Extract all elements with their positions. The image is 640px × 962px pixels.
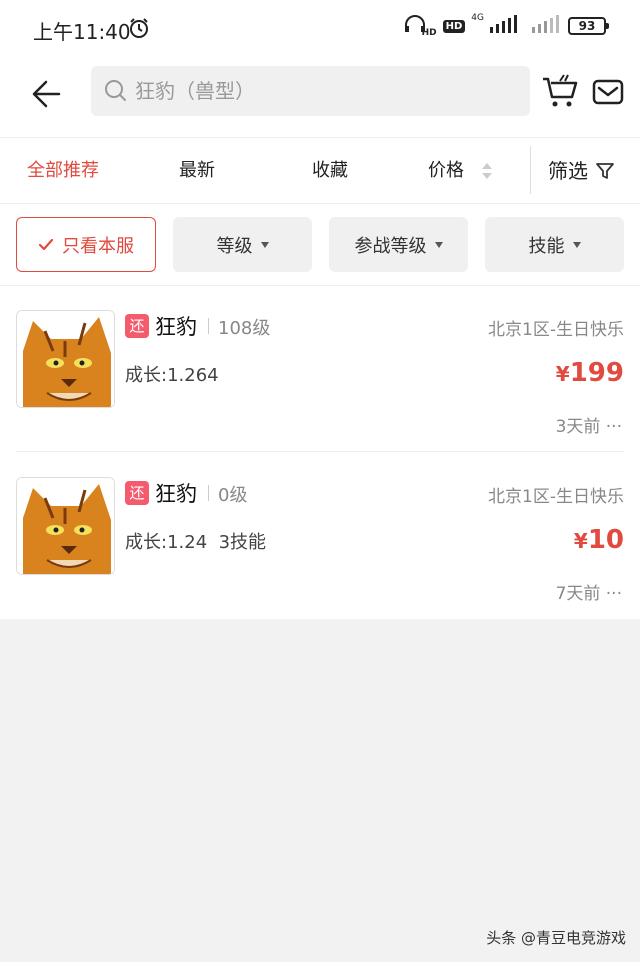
status-bar: 上午11:40 HD HD 4G 93	[0, 0, 640, 56]
filter-chip-row: 只看本服 等级 参战等级 技能	[0, 204, 640, 286]
watermark: 头条 @青豆电竞游戏	[486, 929, 626, 947]
back-arrow-icon	[32, 80, 61, 108]
price-symbol: ¥	[573, 529, 588, 553]
chip-label: 等级	[216, 235, 253, 257]
price-symbol: ¥	[555, 362, 570, 386]
network-label: 4G	[471, 13, 484, 23]
caret-down-icon	[434, 241, 443, 248]
caret-down-icon	[572, 241, 581, 248]
funnel-icon	[596, 163, 614, 179]
return-badge: 还	[125, 314, 149, 338]
alarm-icon	[128, 17, 150, 43]
search-icon	[104, 79, 128, 107]
sort-divider	[530, 146, 531, 194]
price-value: 199	[569, 358, 624, 388]
list-item[interactable]: 还 狂豹 108级 北京1区-生日快乐 成长:1.264 ¥199 3天前 ··…	[0, 286, 640, 452]
tab-all-recommend[interactable]: 全部推荐	[27, 138, 99, 204]
server-name: 北京1区-生日快乐	[488, 487, 624, 507]
growth-value: 成长:1.24 3技能	[125, 532, 267, 553]
listed-time: 7天前 ···	[555, 584, 622, 604]
list-item[interactable]: 还 狂豹 0级 北京1区-生日快乐 成长:1.24 3技能 ¥10 7天前 ··…	[0, 453, 640, 619]
tab-newest[interactable]: 最新	[179, 138, 215, 204]
leopard-avatar-icon	[17, 478, 114, 574]
name-divider	[208, 318, 209, 334]
search-input[interactable]	[135, 66, 515, 116]
filter-button[interactable]: 筛选	[548, 138, 614, 204]
battery-indicator: 93	[568, 17, 609, 35]
listed-time: 3天前 ···	[555, 417, 622, 437]
tab-price[interactable]: 价格	[428, 138, 464, 204]
server-name: 北京1区-生日快乐	[488, 320, 624, 340]
sort-bar: 全部推荐 最新 收藏 价格 筛选	[0, 138, 640, 204]
search-box[interactable]	[91, 66, 530, 116]
caret-down-icon	[260, 241, 269, 248]
message-button[interactable]	[590, 74, 626, 110]
pet-level: 108级	[218, 318, 271, 339]
row-divider	[16, 451, 624, 452]
chip-this-server-only[interactable]: 只看本服	[16, 217, 156, 272]
price-value: 10	[587, 525, 624, 555]
hd-label: HD	[421, 28, 437, 38]
cart-icon	[543, 74, 578, 107]
status-icons: HD HD 4G 93	[404, 13, 609, 38]
listing-list: 还 狂豹 108级 北京1区-生日快乐 成长:1.264 ¥199 3天前 ··…	[0, 286, 640, 619]
leopard-avatar-icon	[17, 311, 114, 407]
chip-label: 只看本服	[62, 235, 134, 257]
signal-icon	[486, 15, 526, 37]
status-time: 上午11:40	[33, 20, 131, 44]
chip-label: 参战等级	[354, 235, 427, 257]
chip-skills[interactable]: 技能	[485, 217, 624, 272]
back-button[interactable]	[26, 74, 66, 114]
chip-level[interactable]: 等级	[173, 217, 312, 272]
chip-label: 技能	[528, 235, 565, 257]
tab-favorites[interactable]: 收藏	[312, 138, 348, 204]
pet-name: 狂豹	[155, 482, 197, 506]
price: ¥199	[556, 358, 624, 388]
cart-button[interactable]	[540, 72, 580, 112]
check-icon	[38, 238, 54, 250]
name-divider	[208, 485, 209, 501]
signal-2-icon	[532, 15, 562, 37]
pet-thumbnail	[16, 477, 115, 575]
hd-box: HD	[442, 19, 466, 33]
growth-value: 成长:1.264	[125, 365, 219, 386]
pet-name: 狂豹	[155, 315, 197, 339]
pet-thumbnail	[16, 310, 115, 408]
chip-battle-level[interactable]: 参战等级	[329, 217, 468, 272]
sort-arrows-icon	[481, 161, 493, 185]
search-header	[0, 56, 640, 138]
price: ¥10	[574, 525, 624, 555]
pet-level: 0级	[218, 485, 248, 506]
return-badge: 还	[125, 481, 149, 505]
mail-icon	[592, 79, 624, 105]
filter-label: 筛选	[548, 159, 588, 183]
